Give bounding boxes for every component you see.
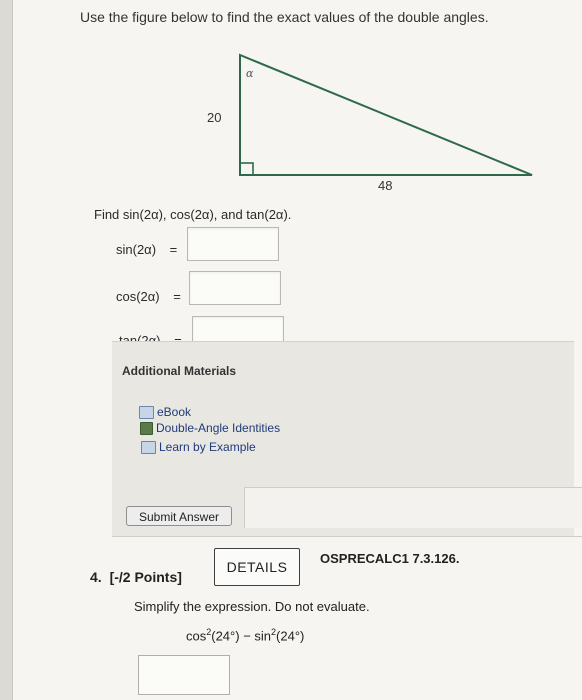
details-button[interactable]: DETAILS [214,548,300,586]
sin-2a-answer-input[interactable] [187,227,279,261]
double-angle-identities-link[interactable]: Double-Angle Identities [140,421,280,435]
book-icon [141,440,156,454]
cos-2a-row: cos(2α) = [116,289,181,304]
problem-header: 4. [-/2 Points] [90,569,182,585]
learn-by-example-link[interactable]: Learn by Example [141,440,256,454]
triangle-shape [239,53,533,176]
ebook-link-label: eBook [157,405,192,419]
question-prompt: Find sin(2α), cos(2α), and tan(2α). [94,207,292,222]
expr-cos: cos [186,628,207,644]
right-angle-marker [239,162,254,176]
document-icon [140,421,153,435]
instructions-text: Use the figure below to find the exact v… [80,9,489,25]
problem-points: [-/2 Points] [109,569,182,585]
cos-2a-answer-input[interactable] [189,271,281,305]
equals-sign: = [173,289,181,304]
side-48-label: 48 [378,178,392,193]
expression: cos2(24°) − sin2(24°) [186,627,304,643]
simplify-answer-input[interactable] [138,655,230,695]
expr-sin: sin [254,628,272,644]
additional-materials-heading: Additional Materials [122,364,237,378]
book-icon [139,405,154,419]
learn-by-example-label: Learn by Example [159,440,256,454]
submit-answer-button[interactable]: Submit Answer [126,506,232,526]
right-triangle-figure: α 20 48 [207,53,533,193]
side-panel [244,487,582,528]
expr-cos-arg: (24°) [211,628,240,644]
problem-instruction: Simplify the expression. Do not evaluate… [134,599,370,614]
angle-alpha-label: α [246,67,254,80]
problem-number: 4. [90,569,102,585]
sin-2a-row: sin(2α) = [116,242,177,257]
cos-2a-label: cos(2α) [116,289,160,304]
sin-2a-label: sin(2α) [116,242,157,257]
expr-sin-arg: (24°) [276,628,305,644]
section-divider [112,536,582,537]
course-code: OSPRECALC1 7.3.126. [320,551,460,566]
expr-minus: − [239,628,255,644]
double-angle-identities-label: Double-Angle Identities [156,421,281,435]
ebook-link[interactable]: eBook [139,405,191,419]
side-20-label: 20 [207,110,221,125]
equals-sign: = [169,242,178,257]
